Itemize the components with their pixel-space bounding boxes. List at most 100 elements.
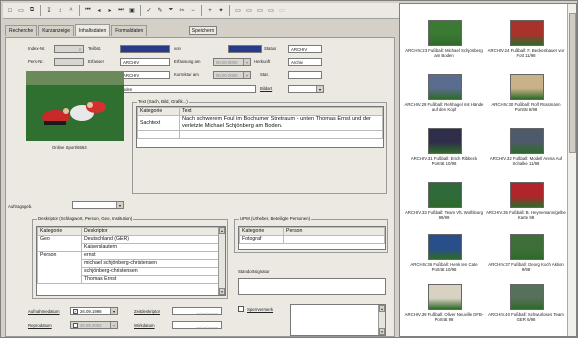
aufnahmedatum-label: Aufnahmedatum: [28, 309, 60, 314]
chevron-down-icon[interactable]: ▾: [243, 59, 250, 65]
tab-kurzanzeige[interactable]: Kurzanzeige: [38, 25, 74, 36]
thumbnail-image: [428, 234, 462, 260]
upm-table[interactable]: Kategorie Person Fotograf: [238, 226, 386, 250]
save-button[interactable]: Speichern: [189, 26, 217, 35]
thumbnail-item[interactable]: ARCHIV.30 Fußball: Rolf Rüssmann Porträt…: [486, 72, 566, 124]
add-icon[interactable]: +: [205, 6, 215, 16]
tab-recherche[interactable]: Recherche: [5, 25, 38, 36]
view-list-icon[interactable]: ▭: [244, 6, 254, 16]
filter-icon[interactable]: ᴬ: [66, 6, 76, 16]
erfasser-field[interactable]: ARCHIV: [120, 58, 170, 66]
thumbnail-scrollbar[interactable]: [567, 4, 576, 336]
auftragsgeb-select[interactable]: ▾: [72, 201, 124, 209]
chevron-down-icon[interactable]: ▾: [110, 308, 117, 314]
separator: [40, 5, 41, 16]
scroll-down-icon[interactable]: ▾: [379, 328, 385, 335]
von-field[interactable]: [228, 45, 262, 53]
reprodatum-checkbox[interactable]: [73, 322, 78, 328]
chevron-down-icon[interactable]: ▾: [243, 72, 250, 78]
pers-nr-label: Pers-Nr.: [28, 59, 44, 64]
thumbnail-item[interactable]: ARCHIV.24 Fußball: F. Beckenbauer vor Fo…: [486, 18, 566, 70]
col-deskriptor-header[interactable]: Deskriptor: [81, 227, 225, 236]
table-row[interactable]: schjönberg-christensen: [37, 267, 225, 276]
table-row[interactable]: Geo Deutschland (GER): [37, 235, 225, 244]
table-row[interactable]: Sachtext Nach schwerem Foul im Bochumer …: [137, 115, 383, 131]
korrektur-date-field[interactable]: 00.00.0000 ▾: [213, 71, 251, 79]
text-table[interactable]: Kategorie Text Sachtext Nach schwerem Fou…: [136, 106, 384, 148]
herkunft-field[interactable]: Archiv: [288, 58, 322, 66]
open-icon[interactable]: ▭: [16, 6, 26, 16]
window-icon[interactable]: ▣: [127, 6, 137, 16]
sort-az-icon[interactable]: ↧: [44, 6, 54, 16]
scroll-up-icon[interactable]: ▴: [219, 227, 225, 234]
thumbnail-item[interactable]: ARCHIV.23 Fußball: Michael Schjönberg am…: [404, 18, 484, 70]
pers-nr-field[interactable]: [54, 58, 84, 66]
table-row[interactable]: Fotograf: [239, 235, 385, 244]
table-row[interactable]: michael schjönberg-christensen: [37, 259, 225, 268]
bearbeiter-field[interactable]: ARCHIV: [120, 71, 170, 79]
scrollbar-thumb[interactable]: [569, 13, 576, 153]
wirkdatum-field[interactable]: __.__.____: [172, 321, 222, 329]
col-kategorie-header[interactable]: Kategorie: [239, 227, 284, 236]
table-row[interactable]: Kaiserslautern: [37, 243, 225, 252]
next-record-icon[interactable]: ▸: [105, 6, 115, 16]
delete-icon[interactable]: ✦: [216, 6, 226, 16]
view-detail-icon[interactable]: ▭: [266, 6, 276, 16]
deskriptor-scrollbar[interactable]: ▴ ▾: [218, 227, 225, 295]
aufnahmedatum-field[interactable]: ✓ 26.09.1998 ▾: [70, 307, 118, 315]
edit-icon[interactable]: ✎: [155, 6, 165, 16]
erfassung-date-field[interactable]: 00.00.0000 ▾: [213, 58, 251, 66]
thumbnail-item[interactable]: ARCHIV.37 Fußball: Georg Koch Aktion 9/9…: [486, 232, 566, 284]
filter-funnel-icon[interactable]: ⏷: [166, 6, 176, 16]
tool-icon[interactable]: ✂: [177, 6, 187, 16]
sort-icon[interactable]: ↕: [55, 6, 65, 16]
export-icon[interactable]: ▭: [277, 6, 287, 16]
aufnahmedatum-checkbox[interactable]: ✓: [73, 308, 78, 314]
thumbnail-item[interactable]: ARCHIV.35 Fußball: B. Heynemann/gelbe Ka…: [486, 180, 566, 232]
bildart-select[interactable]: ▾: [288, 85, 324, 93]
chevron-down-icon[interactable]: ▾: [116, 202, 123, 208]
chevron-down-icon[interactable]: ▾: [316, 86, 323, 92]
col-kategorie-header[interactable]: Kategorie: [137, 107, 180, 116]
spellcheck-icon[interactable]: ✓: [144, 6, 154, 16]
status-field[interactable]: ARCHIV: [288, 45, 322, 53]
chevron-down-icon[interactable]: ▾: [110, 322, 117, 328]
reprodatum-field[interactable]: 20.09.2002 ▾: [70, 321, 118, 329]
thumbnail-item[interactable]: ARCHIV.36 Fußball: Henk ten Cate Porträt…: [404, 232, 484, 284]
index-field[interactable]: 2: [54, 45, 84, 53]
thumbnail-item[interactable]: ARCHIV.40 Fußball: Schwurloses Team GER …: [486, 282, 566, 334]
toolbar: □ ▭ ⧉ ↧ ↕ ᴬ ⏮ ◂ ▸ ⏭ ▣ ✓ ✎ ⏷ ✂ − + ✦ ▭ ▭ …: [3, 3, 401, 19]
view-grid-icon[interactable]: ▭: [255, 6, 265, 16]
stat-field[interactable]: [288, 71, 322, 79]
sperrvermerk-checkbox[interactable]: [238, 306, 244, 312]
tab-formaldaten[interactable]: Formaldaten: [111, 25, 148, 36]
col-text-header[interactable]: Text: [179, 107, 383, 116]
table-row[interactable]: Person ernst: [37, 251, 225, 260]
sperrvermerk-scrollbar[interactable]: ▴ ▾: [378, 305, 385, 335]
zeitdeskriptor-field[interactable]: __.__.____: [172, 307, 222, 315]
thumbnail-item[interactable]: ARCHIV.39 Fußball: Oliver Neuville DFB-P…: [404, 282, 484, 334]
upm-group-label: UPM (Urheber, Beteiligte Personen): [239, 216, 312, 221]
scroll-up-icon[interactable]: ▴: [379, 305, 385, 312]
deskriptor-table[interactable]: Kategorie Deskriptor Geo Deutschland (GER)…: [36, 226, 226, 296]
tab-inhaltsdaten[interactable]: Inhaltsdaten: [74, 24, 111, 36]
thumbnail-item[interactable]: ARCHIV.33 Fußball: Team VfL Wolfsburg 98…: [404, 180, 484, 232]
last-record-icon[interactable]: ⏭: [116, 6, 126, 16]
thumbnail-item[interactable]: ARCHIV.32 Fußball: Modell Arena Auf Scha…: [486, 126, 566, 178]
first-record-icon[interactable]: ⏮: [83, 6, 93, 16]
prev-record-icon[interactable]: ◂: [94, 6, 104, 16]
scroll-down-icon[interactable]: ▾: [219, 288, 225, 295]
copy-icon[interactable]: ⧉: [27, 6, 37, 16]
col-kategorie-header[interactable]: Kategorie: [37, 227, 82, 236]
col-person-header[interactable]: Person: [283, 227, 385, 236]
thumbnail-item[interactable]: ARCHIV.31 Fußball: Erich Ribbeck Porträt…: [404, 126, 484, 178]
view-single-icon[interactable]: ▭: [233, 6, 243, 16]
table-row[interactable]: Thomas Ernst: [37, 275, 225, 284]
new-icon[interactable]: □: [5, 6, 15, 16]
standortsignatur-field[interactable]: [238, 278, 386, 295]
teilbst-field[interactable]: [120, 45, 170, 53]
thumbnail-item[interactable]: ARCHIV.29 Fußball: Rehhagel mit Hände au…: [404, 72, 484, 124]
sperrvermerk-text[interactable]: ▴ ▾: [290, 304, 386, 336]
minus-icon[interactable]: −: [188, 6, 198, 16]
table-row[interactable]: [137, 130, 383, 139]
